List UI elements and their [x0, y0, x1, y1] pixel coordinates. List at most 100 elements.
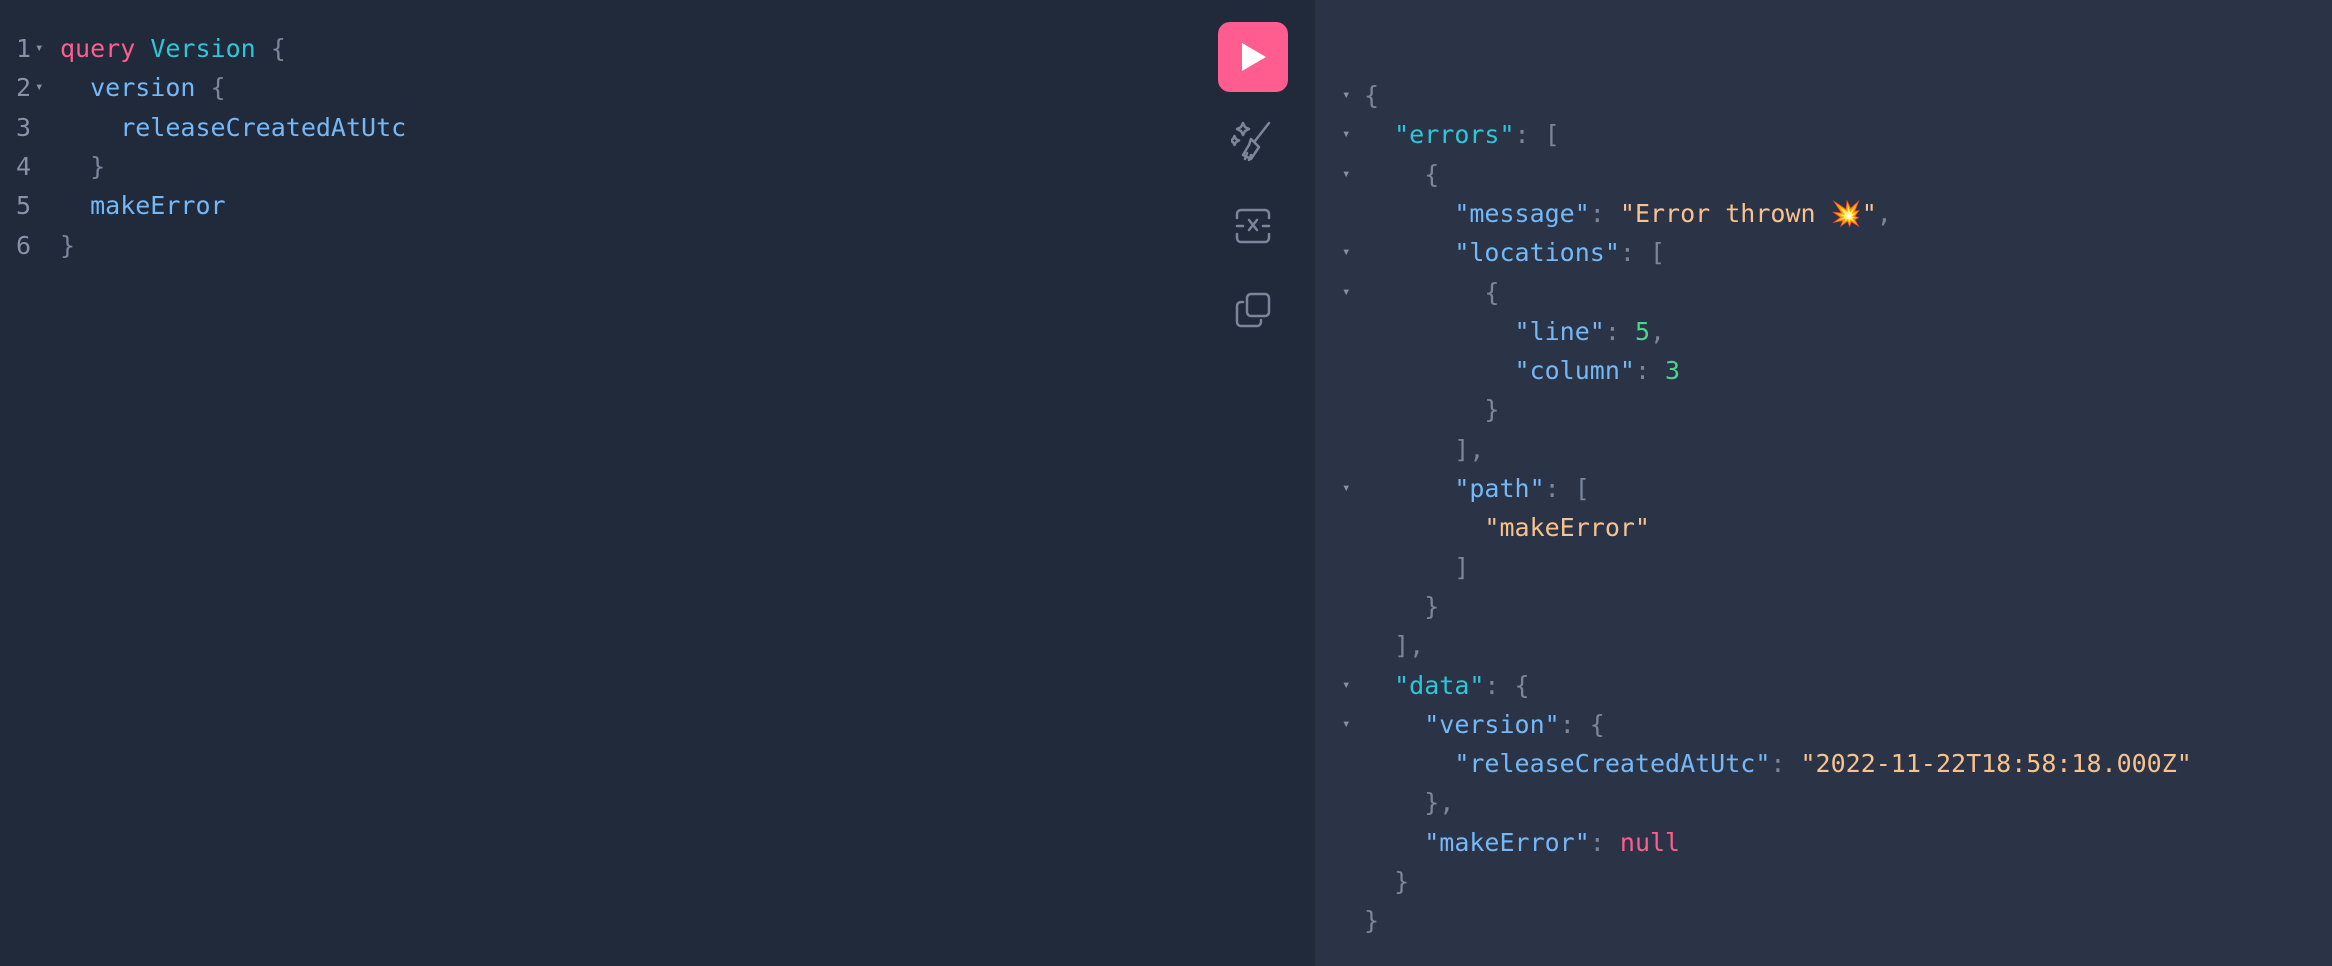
json-token: "column": [1514, 356, 1635, 386]
code-token: makeError: [60, 191, 226, 221]
json-token: null: [1619, 827, 1681, 857]
json-token: ],: [1364, 631, 1425, 661]
json-token: :: [1770, 749, 1801, 779]
code-text: query Version {: [60, 29, 286, 68]
response-line: "makeError": [1364, 508, 1650, 547]
json-token: }: [1364, 591, 1440, 621]
response-line: {: [1364, 76, 1379, 115]
response-line: "message": "Error thrown 💥",: [1364, 194, 1892, 233]
line-number: 6: [16, 230, 32, 260]
json-token: "Error thrown 💥": [1619, 198, 1877, 228]
fold-toggle-icon[interactable]: ▾: [1342, 273, 1350, 312]
graphiql-app: 1 ▾ query Version {2 ▾ version {3 releaseCr…: [0, 0, 2332, 966]
code-token: }: [60, 230, 76, 260]
response-line: "path": [: [1364, 469, 1590, 508]
fold-toggle-icon[interactable]: ▾: [1342, 705, 1350, 744]
play-icon: [1242, 43, 1266, 71]
copy-icon: [1235, 292, 1271, 328]
json-token: "2022-11-22T18:58:18.000Z": [1800, 749, 2192, 779]
json-token: 3: [1665, 356, 1681, 386]
fold-toggle-icon[interactable]: ▾: [1342, 469, 1350, 508]
json-token: "line": [1514, 316, 1605, 346]
json-token: ]: [1364, 552, 1470, 582]
json-token: ],: [1364, 434, 1485, 464]
response-line: {: [1364, 273, 1499, 312]
copy-query-button[interactable]: [1228, 285, 1278, 335]
response-line: "errors": [: [1364, 115, 1560, 154]
json-token: {: [1364, 81, 1380, 110]
json-token: :: [1589, 827, 1620, 857]
code-token: version: [60, 73, 196, 103]
json-token: :: [1589, 198, 1620, 228]
code-token: }: [60, 151, 106, 181]
response-line: {: [1364, 155, 1439, 194]
response-line: "column": 3: [1364, 351, 1681, 390]
code-token: {: [255, 34, 286, 63]
json-token: "releaseCreatedAtUtc": [1454, 749, 1771, 779]
response-line: "releaseCreatedAtUtc": "2022-11-22T18:58…: [1364, 744, 2192, 783]
run-query-button[interactable]: [1218, 22, 1288, 92]
prettify-button[interactable]: [1228, 116, 1278, 166]
merge-fragments-icon: [1235, 208, 1271, 244]
json-token: "message": [1454, 198, 1590, 228]
json-token: : {: [1484, 670, 1530, 700]
fold-toggle-icon[interactable]: ▾: [1342, 76, 1350, 115]
line-number: 5: [16, 191, 32, 221]
fold-toggle-icon[interactable]: ▾: [1342, 233, 1350, 272]
json-token: },: [1364, 788, 1455, 818]
json-token: :: [1604, 316, 1635, 346]
code-token: {: [195, 73, 226, 103]
fold-toggle-icon[interactable]: ▾: [35, 29, 43, 68]
response-line: }: [1364, 901, 1379, 940]
json-token: }: [1364, 395, 1500, 425]
json-token: "data": [1394, 670, 1485, 700]
line-number: 1: [16, 34, 32, 63]
code-text: }: [60, 226, 75, 265]
code-text: releaseCreatedAtUtc: [60, 108, 406, 147]
line-number: 2: [16, 73, 32, 103]
json-token: : [: [1619, 238, 1666, 268]
fold-toggle-icon[interactable]: ▾: [1342, 155, 1350, 194]
json-token: "locations": [1454, 238, 1620, 268]
response-line: "makeError": null: [1364, 823, 1680, 862]
json-token: : [: [1544, 474, 1590, 503]
fold-toggle-icon[interactable]: ▾: [1342, 666, 1350, 705]
json-token: "makeError": [1424, 827, 1590, 857]
response-line: }: [1364, 862, 1409, 901]
code-text: }: [60, 147, 105, 186]
code-text: makeError: [60, 186, 226, 225]
json-token: }: [1364, 906, 1380, 936]
json-token: : {: [1559, 709, 1605, 739]
response-line: },: [1364, 783, 1454, 822]
json-token: :: [1634, 356, 1666, 386]
response-line: "line": 5,: [1364, 312, 1666, 351]
magic-wand-brush-icon: [1231, 121, 1271, 162]
code-token: Version: [150, 34, 256, 63]
query-editor[interactable]: 1 ▾ query Version {2 ▾ version {3 releaseCr…: [0, 0, 1315, 966]
code-text: version {: [60, 68, 226, 107]
json-token: : [: [1514, 120, 1560, 150]
response-line: ]: [1364, 548, 1469, 587]
merge-fragments-button[interactable]: [1228, 201, 1278, 251]
json-token: {: [1364, 277, 1500, 307]
json-token: 5: [1634, 316, 1650, 346]
json-token: ,: [1876, 198, 1892, 228]
fold-toggle-icon[interactable]: ▾: [1342, 115, 1350, 154]
fold-toggle-icon[interactable]: ▾: [35, 68, 43, 107]
json-token: "version": [1424, 709, 1560, 739]
line-number: 4: [16, 151, 32, 181]
json-token: "errors": [1394, 120, 1515, 150]
response-line: "data": {: [1364, 666, 1530, 705]
code-token: query: [60, 34, 136, 63]
response-line: ],: [1364, 430, 1484, 469]
